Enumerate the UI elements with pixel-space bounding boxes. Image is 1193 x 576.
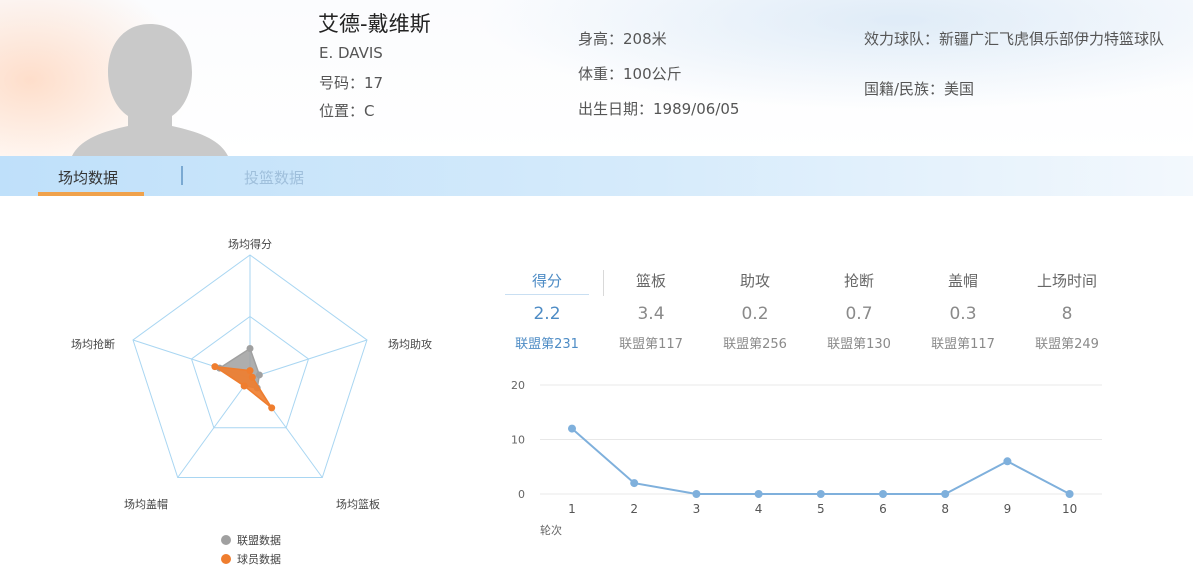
line-chart-point[interactable] [816, 490, 825, 498]
line-chart-x-ticks: 1 2 3 4 5 6 8 9 10 [568, 502, 1077, 516]
stat-label-minutes[interactable]: 上场时间 [1017, 270, 1117, 291]
tab-average-stats[interactable]: 场均数据 [58, 167, 118, 188]
line-chart-x-tick: 8 [941, 502, 949, 516]
line-chart-y-tick: 0 [518, 488, 525, 501]
stat-rank-blocks: 联盟第117 [931, 337, 995, 352]
line-chart-point[interactable] [879, 490, 887, 498]
stat-value-rebounds: 3.4 [637, 304, 665, 324]
tab-divider [181, 166, 183, 185]
line-chart-x-tick: 1 [568, 502, 576, 516]
legend-player-label[interactable]: 球员数据 [237, 552, 281, 566]
stat-rank-rebounds: 联盟第117 [619, 337, 683, 352]
line-chart-point[interactable] [630, 479, 639, 488]
line-chart-point[interactable] [692, 490, 701, 498]
stat-value-assists: 0.2 [741, 304, 769, 324]
player-team: 效力球队：新疆广汇飞虎俱乐部伊力特篮球队 [864, 30, 1165, 48]
legend-league-marker [221, 535, 231, 545]
line-chart-x-axis-label: 轮次 [540, 523, 562, 537]
line-chart-x-tick: 5 [817, 502, 825, 516]
line-chart-point[interactable] [1003, 457, 1012, 466]
radar-axis-line [249, 339, 368, 379]
player-birth-date: 出生日期：1989/06/05 [578, 100, 740, 118]
radar-legend[interactable]: 联盟数据 球员数据 [221, 533, 281, 566]
player-number: 号码：17 [319, 74, 384, 92]
line-chart-series [571, 427, 1071, 495]
line-chart-y-tick: 10 [511, 434, 525, 447]
legend-player-marker [221, 554, 231, 564]
stat-label-rebounds[interactable]: 篮板 [601, 270, 701, 291]
tab-shooting-stats[interactable]: 投篮数据 [244, 167, 304, 188]
line-chart-points [568, 424, 1074, 498]
line-chart-point[interactable] [941, 490, 950, 498]
line-chart-y-ticks: 0 10 20 [511, 379, 525, 501]
points-line-chart: 0 10 20 1 2 3 4 5 6 8 9 10 轮次 [511, 379, 1102, 537]
stat-value-points: 2.2 [533, 304, 561, 324]
stat-rank-minutes: 联盟第249 [1035, 337, 1099, 352]
line-chart-point[interactable] [754, 490, 763, 498]
line-chart-x-tick: 6 [879, 502, 887, 516]
radar-data-point[interactable] [246, 367, 254, 375]
avatar-silhouette-icon [72, 24, 228, 156]
stat-label-points[interactable]: 得分 [497, 270, 597, 291]
player-weight: 体重：100公斤 [578, 65, 682, 83]
stat-value-blocks: 0.3 [949, 304, 977, 324]
stat-label-steals[interactable]: 抢断 [809, 270, 909, 291]
stat-rank-steals: 联盟第130 [827, 337, 891, 352]
stat-rank-points: 联盟第231 [515, 337, 579, 352]
active-tab-indicator [38, 192, 144, 196]
radar-data-point[interactable] [240, 382, 248, 390]
player-nationality: 国籍/民族：美国 [864, 80, 975, 98]
line-chart-point[interactable] [1065, 490, 1074, 498]
avatar [72, 24, 228, 156]
player-position: 位置：C [319, 102, 375, 120]
player-height: 身高：208米 [578, 30, 667, 48]
line-chart-point[interactable] [568, 424, 576, 433]
stat-label-assists[interactable]: 助攻 [705, 270, 805, 291]
radar-data-point[interactable] [211, 363, 219, 371]
stat-value-steals: 0.7 [845, 304, 873, 324]
radar-player-series [211, 363, 276, 412]
active-stat-indicator [505, 294, 589, 295]
radar-axis-label-rebounds: 场均篮板 [336, 497, 380, 511]
stat-label-blocks[interactable]: 盖帽 [913, 270, 1013, 291]
radar-data-point[interactable] [268, 404, 276, 412]
line-chart-x-tick: 4 [755, 502, 763, 516]
radar-data-point[interactable] [248, 373, 256, 381]
radar-data-point[interactable] [255, 371, 263, 379]
radar-axis-label-blocks: 场均盖帽 [124, 497, 168, 511]
radar-axis-label-steals: 场均抢断 [71, 337, 115, 351]
line-chart-x-tick: 3 [693, 502, 701, 516]
line-chart-x-tick: 10 [1062, 502, 1077, 516]
radar-data-point[interactable] [246, 344, 254, 352]
stat-value-minutes: 8 [1061, 304, 1073, 324]
line-chart-y-tick: 20 [511, 379, 525, 392]
line-chart-grid [540, 384, 1102, 495]
radar-axis-label-assists: 场均助攻 [388, 337, 432, 351]
stat-rank-assists: 联盟第256 [723, 337, 787, 352]
legend-league-label[interactable]: 联盟数据 [237, 533, 281, 547]
radar-chart: 场均得分 场均助攻 场均篮板 场均盖帽 场均抢断 联盟数据 球员数据 [71, 237, 432, 566]
radar-axis-label-points: 场均得分 [228, 237, 272, 251]
line-chart-x-tick: 2 [630, 502, 638, 516]
player-name: 艾德-戴维斯 [318, 12, 431, 36]
line-chart-x-tick: 9 [1004, 502, 1012, 516]
tab-bar: 场均数据 投篮数据 [0, 156, 1193, 196]
player-english-name: E. DAVIS [319, 44, 383, 62]
